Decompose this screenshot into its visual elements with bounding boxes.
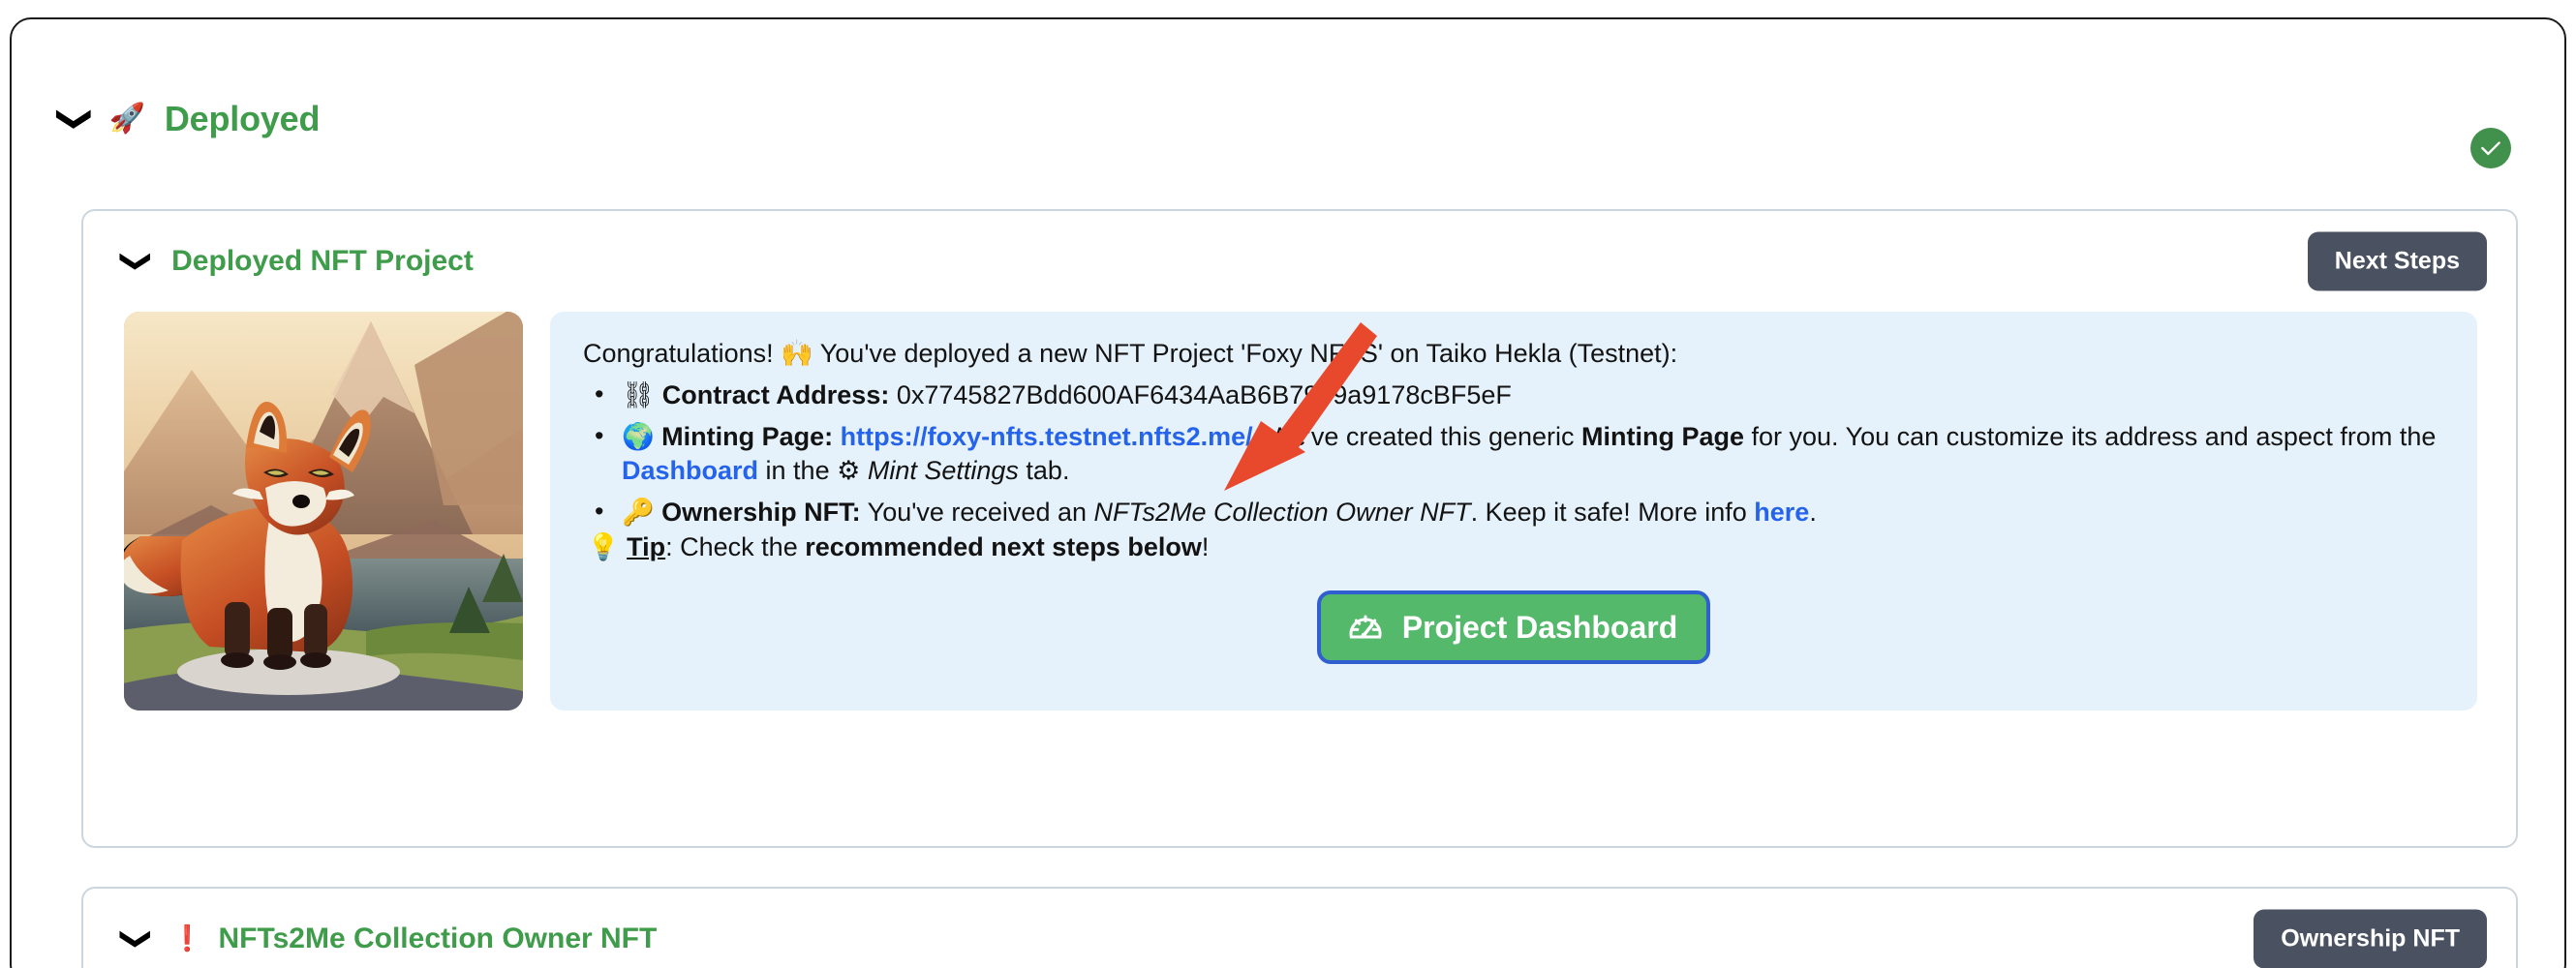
more-info-here-link[interactable]: here <box>1754 498 1809 527</box>
deployed-section-header[interactable]: ❯ 🚀 Deployed <box>55 99 321 139</box>
minting-page-link[interactable]: https://foxy-nfts.testnet.nfts2.me/ <box>841 422 1253 451</box>
ownership-nft-name: NFTs2Me Collection Owner NFT <box>1093 498 1471 528</box>
project-artwork <box>124 312 523 711</box>
tip-bold-text: recommended next steps below <box>805 532 1202 562</box>
list-item-minting-page: 🌍 Minting Page: https://foxy-nfts.testne… <box>583 419 2444 490</box>
minting-page-label: Minting Page: <box>661 421 834 451</box>
ownership-text-2: . Keep it safe! More info <box>1470 498 1755 528</box>
raised-hands-icon: 🙌 <box>781 339 813 369</box>
card-title: NFTs2Me Collection Owner NFT <box>218 923 658 954</box>
exclamation-icon: ❗ <box>171 924 203 953</box>
deployed-nft-project-card: ❯ Deployed NFT Project Next Steps Congra… <box>81 209 2518 848</box>
tip-label: Tip <box>627 532 666 562</box>
deployment-details-list: ⛓ Contract Address: 0x7745827Bdd600AF643… <box>583 378 2444 531</box>
ownership-text-3: . <box>1809 498 1817 528</box>
lightbulb-icon: 💡 <box>587 532 620 563</box>
tip-text-1: : Check the <box>665 532 806 562</box>
minting-page-text-4: tab. <box>1018 456 1070 486</box>
congrats-prefix: Congratulations! <box>583 339 782 368</box>
ownership-nft-label: Ownership NFT: <box>661 498 861 528</box>
ownership-nft-header[interactable]: ❯ ❗ NFTs2Me Collection Owner NFT Ownersh… <box>83 889 2516 968</box>
minting-page-text-3: in the <box>758 456 838 486</box>
fox-illustration <box>124 312 523 711</box>
deployed-section-panel: ❯ 🚀 Deployed ❯ Deployed NFT Project Next… <box>10 17 2566 968</box>
gear-icon: ⚙ <box>837 456 861 487</box>
congrats-line: Congratulations! 🙌 You've deployed a new… <box>583 337 2444 372</box>
deployed-nft-project-body: Congratulations! 🙌 You've deployed a new… <box>83 312 2516 711</box>
next-steps-button[interactable]: Next Steps <box>2307 231 2487 291</box>
chevron-down-icon[interactable]: ❯ <box>119 249 155 274</box>
dashboard-link[interactable]: Dashboard <box>622 456 758 485</box>
deployment-info-box: Congratulations! 🙌 You've deployed a new… <box>550 312 2477 711</box>
list-item-ownership-nft: 🔑 Ownership NFT: You've received an NFTs… <box>583 495 2444 530</box>
tip-line: 💡 Tip: Check the recommended next steps … <box>583 530 2444 565</box>
chevron-down-icon[interactable]: ❯ <box>55 105 96 134</box>
mint-settings-tab-name: Mint Settings <box>867 456 1019 486</box>
check-icon <box>2481 141 2500 156</box>
minting-page-text-2: for you. You can customize its address a… <box>1744 421 2437 451</box>
minting-page-text-1: . We've created this generic <box>1252 421 1582 451</box>
chain-link-icon: ⛓ <box>622 379 656 410</box>
contract-address-label: Contract Address: <box>661 379 890 409</box>
card-title: Deployed NFT Project <box>171 245 474 277</box>
project-dashboard-button[interactable]: Project Dashboard <box>1316 590 1711 665</box>
chevron-down-icon[interactable]: ❯ <box>119 926 155 952</box>
section-title: Deployed <box>164 99 321 138</box>
minting-page-bold: Minting Page <box>1581 421 1745 451</box>
ownership-nft-card: ❯ ❗ NFTs2Me Collection Owner NFT Ownersh… <box>81 887 2518 968</box>
speedometer-icon <box>1349 615 1382 639</box>
rocket-icon: 🚀 <box>108 102 145 136</box>
tip-text-2: ! <box>1201 532 1210 562</box>
status-badge-success <box>2470 128 2511 168</box>
ownership-nft-button[interactable]: Ownership NFT <box>2254 909 2487 968</box>
congrats-suffix: You've deployed a new NFT Project 'Foxy … <box>813 339 1678 368</box>
deployed-nft-project-header[interactable]: ❯ Deployed NFT Project Next Steps <box>83 211 2516 312</box>
key-icon: 🔑 <box>622 498 655 529</box>
app-screen: ❯ 🚀 Deployed ❯ Deployed NFT Project Next… <box>0 0 2576 968</box>
globe-icon: 🌍 <box>622 421 655 452</box>
contract-address-value[interactable]: 0x7745827Bdd600AF6434AaB6B79e9a9178cBF5e… <box>897 380 1512 409</box>
project-dashboard-label: Project Dashboard <box>1401 609 1678 645</box>
dashboard-button-row: Project Dashboard <box>583 590 2444 665</box>
ownership-text-1: You've received an <box>860 498 1094 528</box>
list-item-contract-address: ⛓ Contract Address: 0x7745827Bdd600AF643… <box>583 378 2444 413</box>
